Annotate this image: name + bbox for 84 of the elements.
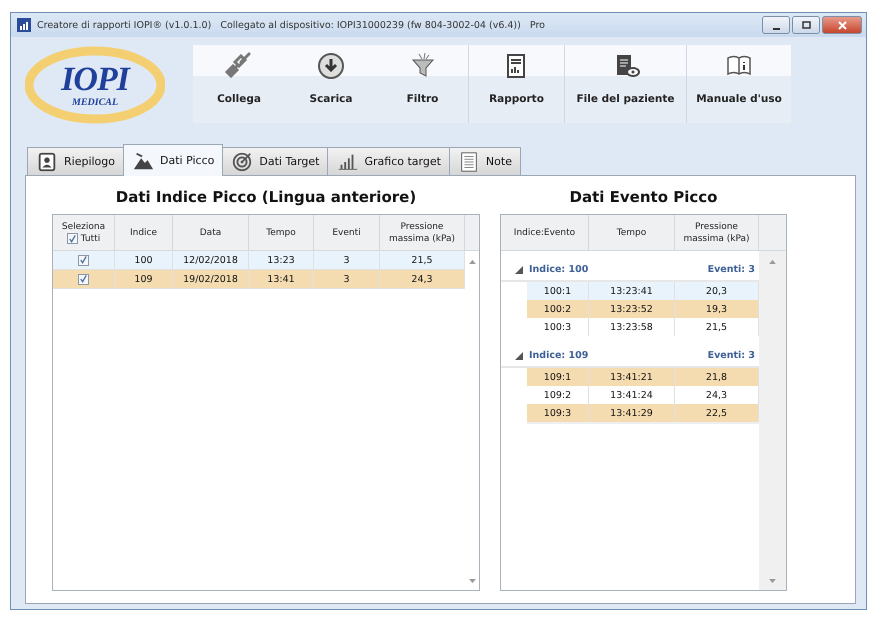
table-cell: 109:2	[544, 390, 572, 400]
table-cell: 3	[343, 274, 350, 284]
app-icon	[17, 18, 31, 32]
id-badge-icon	[36, 150, 58, 172]
toolbar-button[interactable]: Filtro	[377, 45, 469, 123]
table-cell: 13:41	[267, 274, 295, 284]
table-cell: 21,5	[411, 254, 433, 266]
column-header: Indice:Evento	[514, 226, 576, 238]
tab[interactable]: Grafico target	[327, 147, 450, 175]
collapse-arrow-icon[interactable]	[515, 352, 523, 360]
table-row[interactable]: 109:3 13:41:29 22,5	[527, 404, 759, 424]
tab[interactable]: Dati Picco	[123, 144, 224, 176]
table-cell: 100:3	[544, 322, 572, 332]
table-cell: 21,5	[706, 322, 728, 332]
column-header: Indice	[130, 226, 158, 238]
chain-link-icon	[225, 52, 253, 80]
group-count: Eventi: 3	[708, 350, 756, 361]
group-label: Indice: 100	[529, 264, 588, 275]
table-cell: 13:23:58	[610, 322, 653, 332]
toolbar-button[interactable]: File del paziente	[565, 45, 687, 123]
toolbar-button[interactable]: Manuale d'uso	[687, 45, 791, 123]
target-icon	[231, 150, 254, 172]
table-cell: 13:23:52	[610, 304, 653, 314]
column-header: Pressione massima (kPa)	[388, 220, 456, 244]
minimize-button[interactable]	[762, 16, 790, 34]
table-cell: 12/02/2018	[183, 254, 238, 266]
table-cell: 19,3	[706, 304, 728, 314]
scroll-up-icon[interactable]	[769, 259, 776, 264]
table-cell: 13:41:21	[610, 372, 653, 382]
tab[interactable]: Riepilogo	[27, 147, 124, 175]
table-cell: 13:23:41	[610, 286, 653, 296]
table-cell: 109:1	[544, 372, 572, 382]
column-header: Data	[200, 226, 222, 238]
table-cell: 22,5	[706, 408, 728, 418]
minimize-icon	[772, 28, 780, 30]
table-cell: 109	[134, 274, 153, 284]
tab[interactable]: Dati Target	[222, 147, 328, 175]
toolbar-button[interactable]: Scarica	[285, 45, 377, 123]
iopi-logo: IOPI MEDICAL	[25, 45, 165, 125]
table-cell: 109:3	[544, 408, 572, 418]
toolbar-button[interactable]: Collega	[193, 45, 285, 123]
checkbox[interactable]	[66, 233, 78, 244]
table-cell: 19/02/2018	[183, 274, 238, 284]
group-count: Eventi: 3	[708, 264, 756, 275]
table-row[interactable]: 109 19/02/2018 13:41 3 24,3	[53, 270, 465, 289]
tab[interactable]: Note	[448, 147, 521, 175]
column-header: Seleziona	[62, 220, 106, 232]
table-row[interactable]: 100:2 13:23:52 19,3	[527, 300, 759, 318]
table-cell: 13:41:24	[610, 390, 653, 400]
table-cell: 13:41:29	[610, 408, 653, 418]
window-title: Creatore di rapporti IOPI® (v1.0.1.0) Collegato al dispositivo: IOPI31000239 (fw 804-3002-04 (v6.4)) Pro	[37, 20, 546, 30]
column-header: Eventi	[332, 226, 361, 238]
table-row[interactable]: 100 12/02/2018 13:23 3 21,5	[53, 251, 465, 270]
section-title: Dati Indice Picco (Lingua anteriore)	[114, 188, 418, 208]
table-cell: 24,3	[411, 274, 433, 284]
close-icon	[838, 20, 846, 30]
table-row[interactable]: 100:1 13:23:41 20,3	[527, 282, 759, 300]
column-header: Tempo	[616, 226, 646, 238]
section-title: Dati Evento Picco	[568, 188, 718, 208]
close-button[interactable]	[822, 16, 862, 34]
maximize-icon	[802, 20, 810, 30]
table-cell: 13:23	[267, 254, 295, 266]
table-cell: 3	[343, 254, 350, 266]
table-cell: 21,8	[706, 372, 728, 382]
group-label: Indice: 109	[529, 350, 588, 361]
checkbox[interactable]	[78, 274, 89, 284]
download-icon	[317, 52, 345, 80]
checkbox-label: Tutti	[80, 232, 100, 244]
collapse-arrow-icon[interactable]	[515, 266, 523, 274]
table-cell: 100	[134, 254, 153, 266]
column-header: Pressione massima (kPa)	[682, 220, 751, 244]
table-row[interactable]: 109:1 13:41:21 21,8	[527, 368, 759, 386]
table-cell: 100:1	[544, 286, 572, 296]
scrollbar[interactable]	[759, 251, 786, 590]
column-header: Tempo	[266, 226, 296, 238]
table-cell: 20,3	[706, 286, 728, 296]
scroll-down-icon[interactable]	[468, 579, 476, 584]
table-cell: 100:2	[544, 304, 572, 314]
maximize-button[interactable]	[792, 16, 820, 34]
table-cell: 24,3	[706, 390, 728, 400]
checkbox[interactable]	[78, 254, 89, 266]
toolbar-button[interactable]: Rapporto	[469, 45, 565, 123]
scroll-down-icon[interactable]	[769, 579, 776, 584]
scroll-up-icon[interactable]	[468, 259, 476, 264]
